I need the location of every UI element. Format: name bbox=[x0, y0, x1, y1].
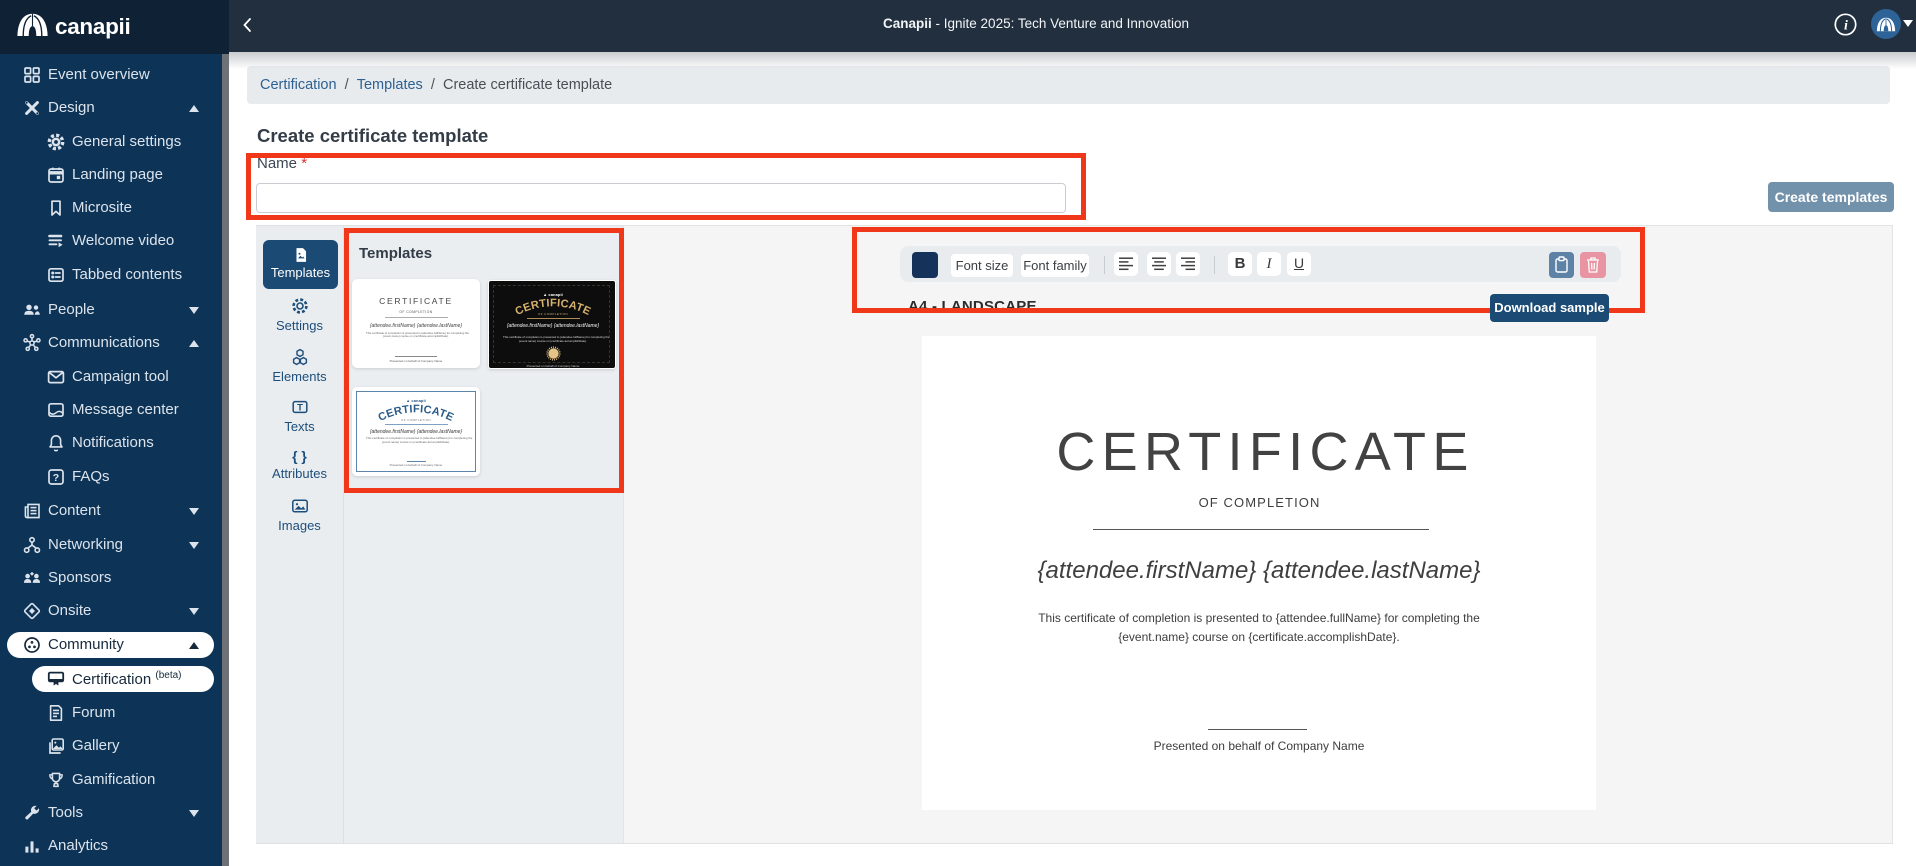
svg-text:T: T bbox=[297, 402, 303, 413]
svg-text:i: i bbox=[1844, 19, 1848, 34]
svg-text:?: ? bbox=[53, 472, 59, 484]
